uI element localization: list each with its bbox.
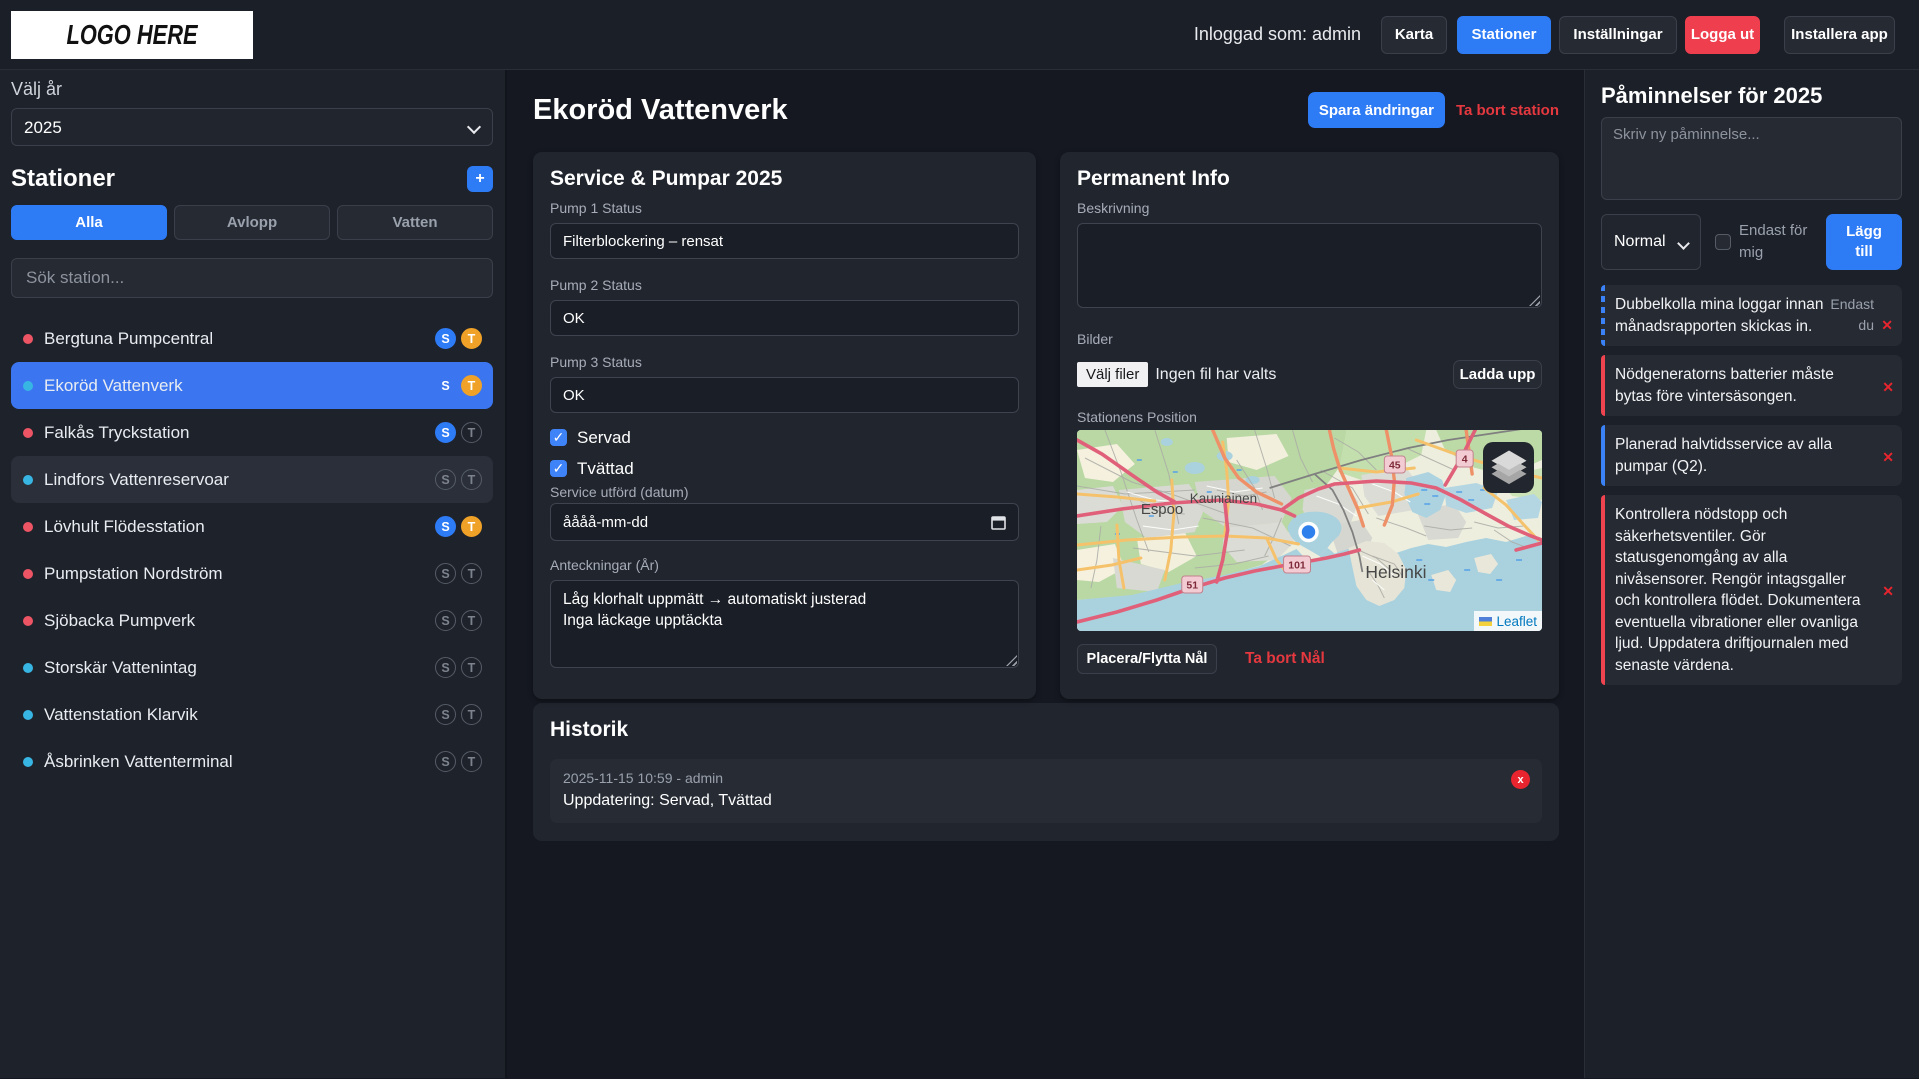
svg-text:51: 51: [1186, 580, 1198, 591]
svg-text:Helsinki: Helsinki: [1365, 562, 1426, 582]
svg-text:101: 101: [1288, 560, 1306, 571]
svg-text:Espoo: Espoo: [1141, 501, 1183, 518]
svg-text:4: 4: [1462, 454, 1468, 465]
svg-text:Kauniainen: Kauniainen: [1190, 491, 1257, 506]
svg-text:45: 45: [1389, 460, 1401, 471]
